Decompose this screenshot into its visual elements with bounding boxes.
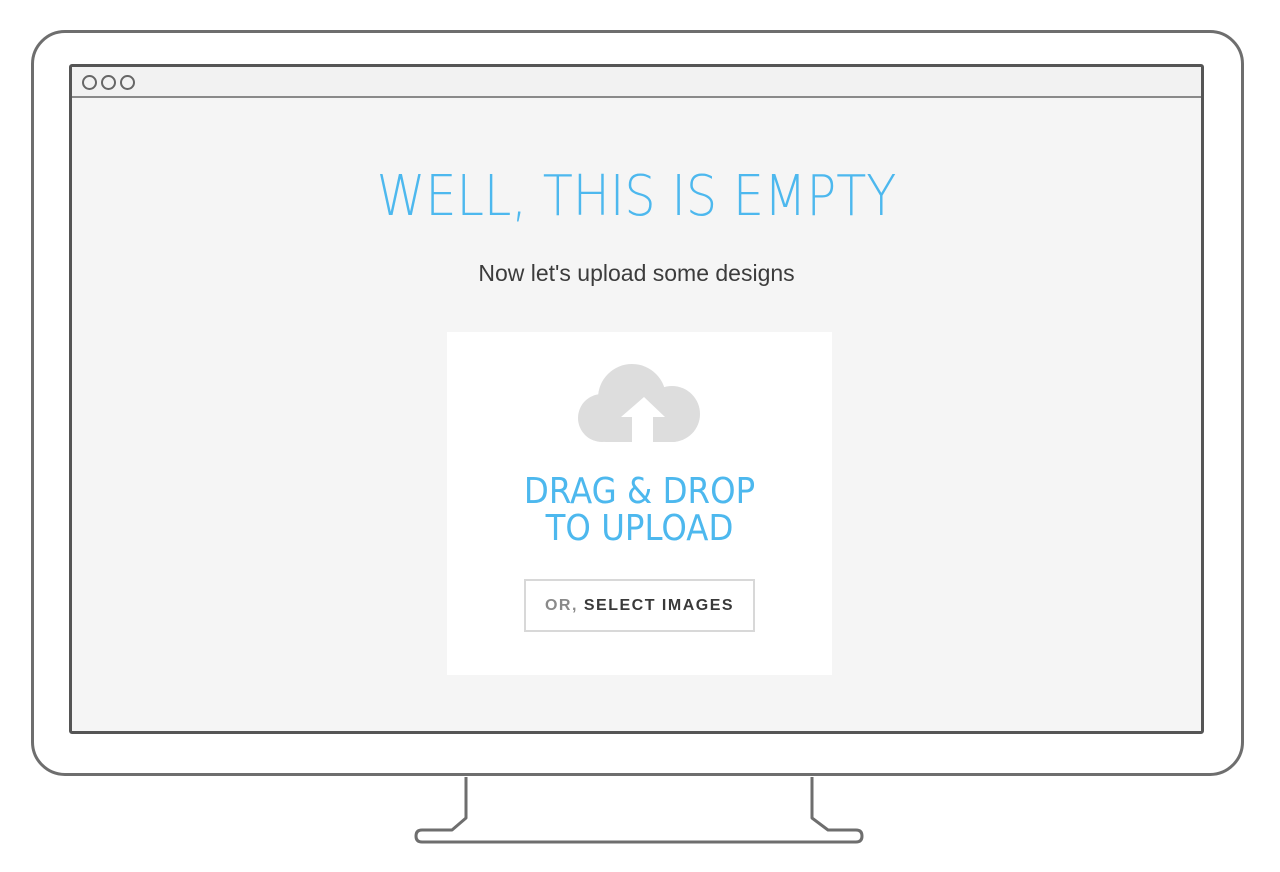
monitor-illustration: WELL, THIS IS EMPTY Now let's upload som… [0,0,1280,872]
drag-drop-line-1: DRAG & DROP [523,471,756,512]
drag-drop-line-2: TO UPLOAD [545,508,734,549]
cloud-upload-icon [578,364,700,444]
window-maximize-dot[interactable] [120,75,135,90]
empty-state-subtitle: Now let's upload some designs [478,260,795,286]
browser-titlebar [72,67,1201,98]
select-images-button[interactable]: OR, SELECT IMAGES [524,579,755,632]
window-minimize-dot[interactable] [101,75,116,90]
select-images-label: SELECT IMAGES [583,597,735,614]
window-close-dot[interactable] [82,75,97,90]
select-images-prefix: OR, [544,597,578,614]
upload-dropzone[interactable]: DRAG & DROP TO UPLOAD OR, SELECT IMAGES [447,332,832,675]
drag-drop-text: DRAG & DROP TO UPLOAD [466,473,813,547]
browser-window: WELL, THIS IS EMPTY Now let's upload som… [69,64,1204,734]
empty-state-headline: WELL, THIS IS EMPTY [376,164,897,229]
